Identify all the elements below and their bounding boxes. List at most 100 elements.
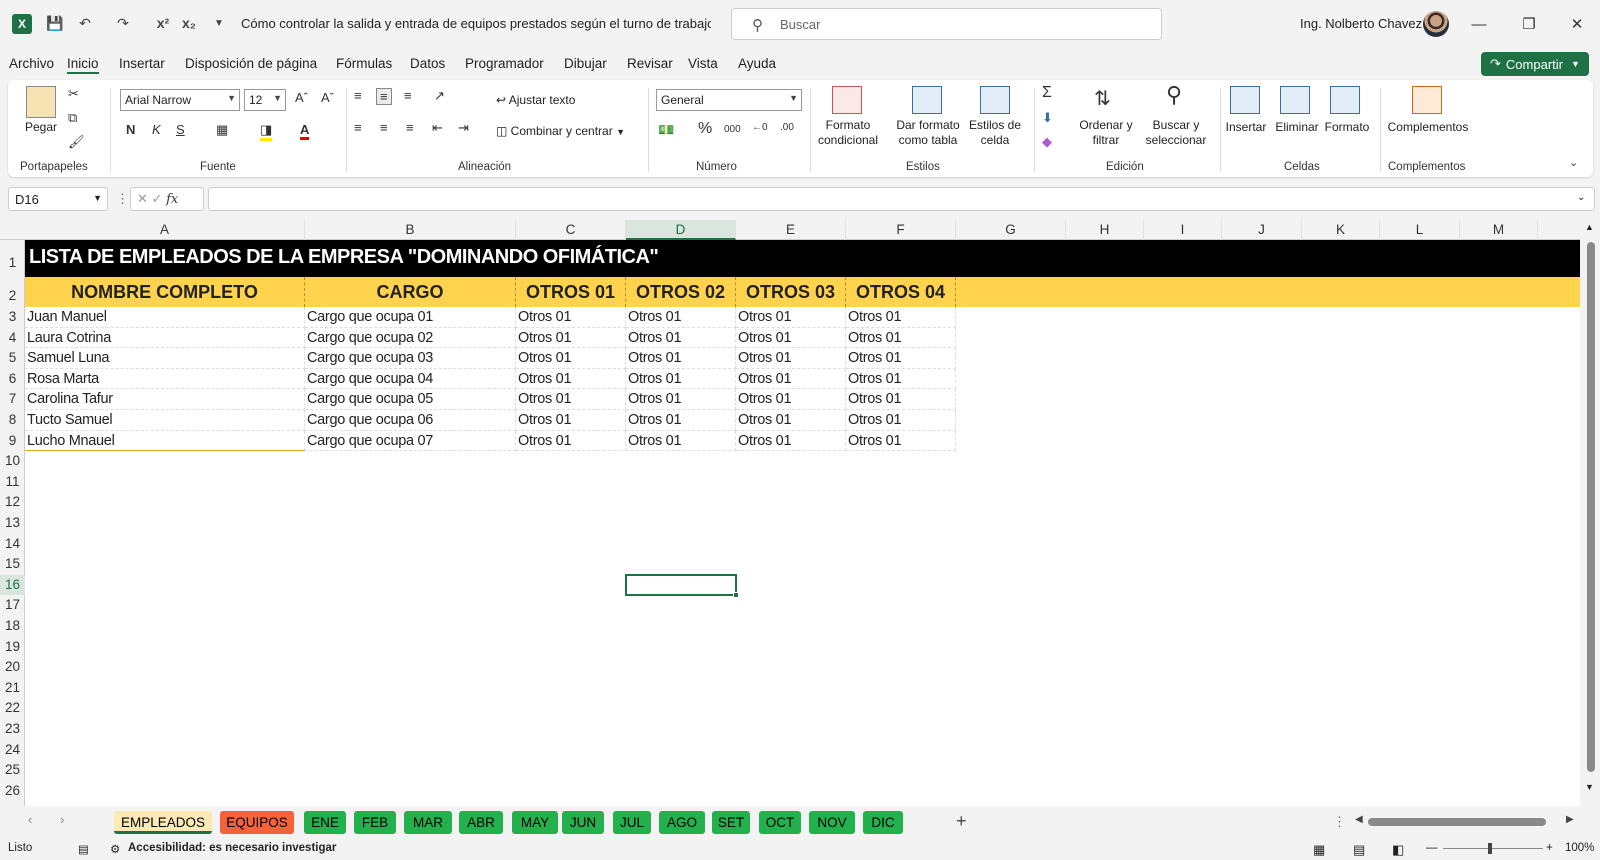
find-select-button[interactable]: Buscar y seleccionar <box>1138 118 1214 148</box>
cut-icon[interactable]: ✂ <box>68 86 79 102</box>
active-cell[interactable] <box>625 573 739 599</box>
underline-button[interactable]: S <box>176 122 185 137</box>
borders-icon[interactable]: ▦ <box>216 122 228 138</box>
tab-vista[interactable]: Vista <box>688 56 718 71</box>
table-cell[interactable]: Cargo que ocupa 05 <box>305 389 516 410</box>
undo-icon[interactable]: ↶ <box>74 12 96 34</box>
collapse-ribbon-icon[interactable]: ⌄ <box>1569 156 1578 169</box>
table-cell[interactable]: Otros 01 <box>736 348 846 369</box>
table-cell[interactable]: Rosa Marta <box>25 368 305 390</box>
table-cell[interactable]: Otros 01 <box>846 368 956 390</box>
name-box[interactable]: D16 ▼ <box>8 187 108 211</box>
tab-revisar[interactable]: Revisar <box>627 56 673 71</box>
tab-inicio[interactable]: Inicio <box>67 56 99 71</box>
table-cell[interactable]: Otros 01 <box>846 348 956 369</box>
tab-dibujar[interactable]: Dibujar <box>564 56 607 71</box>
table-cell[interactable]: Otros 01 <box>736 430 846 452</box>
sheet-tab-equipos[interactable]: EQUIPOS <box>220 811 294 834</box>
fill-handle[interactable] <box>733 592 739 599</box>
decrease-font-icon[interactable]: Aˇ <box>321 90 334 105</box>
table-cell[interactable]: Otros 01 <box>626 327 736 349</box>
fill-color-icon[interactable]: ◨ <box>260 122 273 141</box>
table-cell[interactable]: Cargo que ocupa 06 <box>305 410 516 431</box>
clear-icon[interactable]: ◆ <box>1042 134 1052 150</box>
row-header-10[interactable]: 10 <box>0 451 25 472</box>
page-layout-icon[interactable]: ▤ <box>1353 842 1365 858</box>
header-cell[interactable]: OTROS 04 <box>846 277 956 307</box>
format-painter-icon[interactable]: 🖌 <box>68 134 85 150</box>
search-input[interactable]: ⚲ Buscar <box>731 8 1162 40</box>
sheet-title-cell[interactable]: LISTA DE EMPLEADOS DE LA EMPRESA "DOMINA… <box>25 240 1580 277</box>
format-cells-button[interactable]: Formato <box>1322 120 1372 134</box>
column-header-j[interactable]: J <box>1222 220 1302 240</box>
macro-icon[interactable]: ▤ <box>78 842 89 856</box>
table-cell[interactable]: Otros 01 <box>516 410 626 431</box>
superscript-icon[interactable]: x² <box>152 12 174 34</box>
more-options-icon[interactable]: ⋮ <box>1333 814 1346 830</box>
zoom-level[interactable]: 100% <box>1565 842 1594 854</box>
table-cell[interactable]: Otros 01 <box>846 410 956 431</box>
accessibility-icon[interactable]: ⚙ <box>110 842 120 856</box>
column-header-g[interactable]: G <box>956 220 1066 240</box>
insert-cells-button[interactable]: Insertar <box>1222 120 1270 134</box>
sheet-tab-ene[interactable]: ENE <box>304 811 346 834</box>
merge-center-button[interactable]: ◫ Combinar y centrar ▼ <box>496 124 625 138</box>
paste-icon[interactable] <box>26 86 56 118</box>
scroll-down-icon[interactable]: ▼ <box>1585 782 1594 792</box>
decrease-indent-icon[interactable]: ⇤ <box>432 120 443 136</box>
currency-icon[interactable]: 💵 <box>658 122 674 138</box>
row-header-19[interactable]: 19 <box>0 637 25 658</box>
tab-datos[interactable]: Datos <box>410 56 445 71</box>
prev-sheet-icon[interactable]: ‹ <box>28 812 32 827</box>
row-header-12[interactable]: 12 <box>0 492 25 513</box>
column-header-f[interactable]: F <box>846 220 956 240</box>
align-top-icon[interactable]: ≡ <box>354 88 362 103</box>
sheet-cells[interactable]: LISTA DE EMPLEADOS DE LA EMPRESA "DOMINA… <box>25 240 1580 806</box>
scroll-up-icon[interactable]: ▲ <box>1585 222 1594 232</box>
table-cell[interactable]: Cargo que ocupa 07 <box>305 430 516 452</box>
user-name[interactable]: Ing. Nolberto Chavez <box>1300 16 1422 31</box>
row-header-14[interactable]: 14 <box>0 534 25 555</box>
increase-font-icon[interactable]: Aˆ <box>295 90 308 105</box>
close-icon[interactable]: ✕ <box>1562 10 1592 38</box>
column-header-e[interactable]: E <box>736 220 846 240</box>
row-header-24[interactable]: 24 <box>0 740 25 761</box>
increase-decimal-icon[interactable]: ←0 <box>752 122 768 133</box>
table-cell[interactable]: Otros 01 <box>626 348 736 369</box>
table-cell[interactable]: Otros 01 <box>516 348 626 369</box>
table-cell[interactable]: Samuel Luna <box>25 348 305 369</box>
sheet-tab-nov[interactable]: NOV <box>809 811 855 834</box>
header-cell[interactable]: OTROS 03 <box>736 277 846 307</box>
cell-styles-button[interactable]: Estilos de celda <box>962 118 1028 148</box>
formula-input[interactable] <box>208 187 1595 211</box>
minimize-icon[interactable]: — <box>1464 10 1494 38</box>
font-color-icon[interactable]: A <box>300 122 310 140</box>
fill-icon[interactable]: ⬇ <box>1042 110 1053 126</box>
tab-formulas[interactable]: Fórmulas <box>336 56 392 71</box>
tab-programador[interactable]: Programador <box>465 56 544 71</box>
row-header-16[interactable]: 16 <box>0 574 25 596</box>
font-size-select[interactable]: 12 ▼ <box>244 89 286 111</box>
zoom-out-icon[interactable]: — <box>1426 842 1438 854</box>
table-cell[interactable]: Otros 01 <box>736 307 846 328</box>
row-header-3[interactable]: 3 <box>0 307 25 328</box>
sheet-tab-ago[interactable]: AGO <box>659 811 705 834</box>
row-header-26[interactable]: 26 <box>0 781 25 802</box>
row-header-2[interactable]: 2 <box>0 277 25 307</box>
row-header-13[interactable]: 13 <box>0 513 25 534</box>
confirm-icon[interactable]: ✓ <box>152 191 163 206</box>
row-header-7[interactable]: 7 <box>0 389 25 410</box>
share-button[interactable]: ↷ Compartir ▼ <box>1481 52 1589 76</box>
font-name-select[interactable]: Arial Narrow ▼ <box>120 89 240 111</box>
increase-indent-icon[interactable]: ⇥ <box>458 120 469 136</box>
row-header-18[interactable]: 18 <box>0 616 25 637</box>
redo-icon[interactable]: ↷ <box>112 12 134 34</box>
customize-toolbar-icon[interactable]: ▼ <box>208 12 230 34</box>
vertical-scrollbar[interactable]: ▲ ▼ <box>1580 220 1600 806</box>
column-header-c[interactable]: C <box>516 220 626 240</box>
header-cell[interactable]: CARGO <box>305 277 516 307</box>
table-cell[interactable]: Cargo que ocupa 04 <box>305 368 516 390</box>
conditional-format-button[interactable]: Formato condicional <box>812 118 884 148</box>
copy-icon[interactable]: ⧉ <box>68 110 77 126</box>
row-header-23[interactable]: 23 <box>0 719 25 740</box>
